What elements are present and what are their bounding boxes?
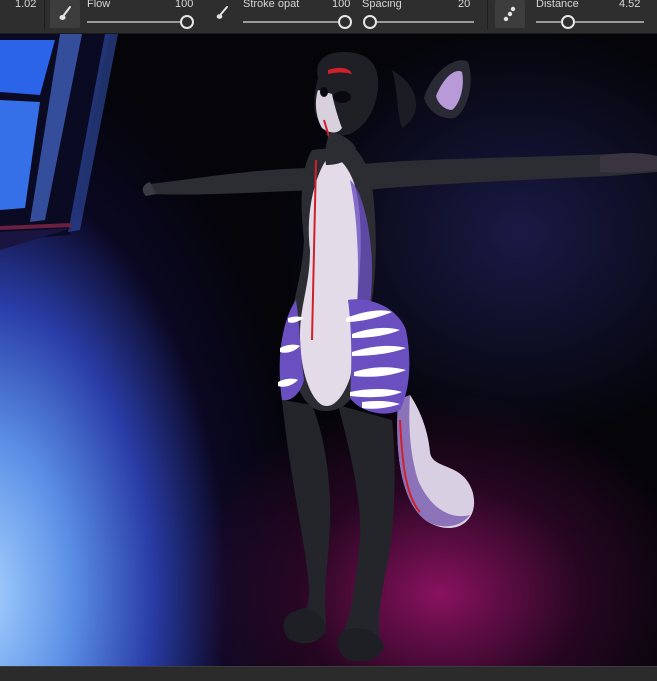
- distance-label: Distance: [536, 0, 579, 10]
- brush-size-value[interactable]: 1.02: [15, 0, 36, 11]
- character-arms: [142, 153, 657, 196]
- brush-toolbar: 1.02 Flow 100 Stroke opat 100 Spacing 20…: [0, 0, 657, 34]
- brush-icon: [59, 6, 71, 20]
- brush-small-icon[interactable]: [214, 4, 230, 22]
- distance-slider[interactable]: [536, 21, 644, 23]
- stroke-opacity-slider-handle[interactable]: [338, 15, 352, 29]
- status-bar: [0, 666, 657, 681]
- distance-value[interactable]: 4.52: [619, 0, 640, 11]
- spacing-slider[interactable]: [364, 21, 474, 23]
- flow-slider-handle[interactable]: [180, 15, 194, 29]
- character-ears: [392, 60, 471, 128]
- flow-slider[interactable]: [87, 21, 187, 23]
- character-head: [314, 52, 379, 165]
- scatter-icon: [503, 6, 516, 22]
- toolbar-separator: [487, 0, 488, 30]
- brush-preset-button[interactable]: [50, 0, 80, 28]
- spacing-value[interactable]: 20: [458, 0, 470, 11]
- flow-value[interactable]: 100: [175, 0, 193, 11]
- stroke-opacity-label: Stroke opat: [243, 0, 300, 10]
- character-scene: [0, 34, 657, 662]
- scatter-button[interactable]: [495, 0, 525, 28]
- spacing-slider-handle[interactable]: [362, 15, 377, 29]
- spacing-label: Spacing: [362, 0, 402, 10]
- flow-label: Flow: [87, 0, 111, 10]
- stroke-opacity-slider[interactable]: [243, 21, 345, 23]
- 3d-viewport[interactable]: [0, 34, 657, 666]
- window-frame: [0, 34, 118, 250]
- stroke-opacity-value[interactable]: 100: [332, 0, 350, 11]
- distance-slider-handle[interactable]: [561, 15, 576, 29]
- character-tail: [397, 395, 475, 529]
- toolbar-separator: [44, 0, 45, 30]
